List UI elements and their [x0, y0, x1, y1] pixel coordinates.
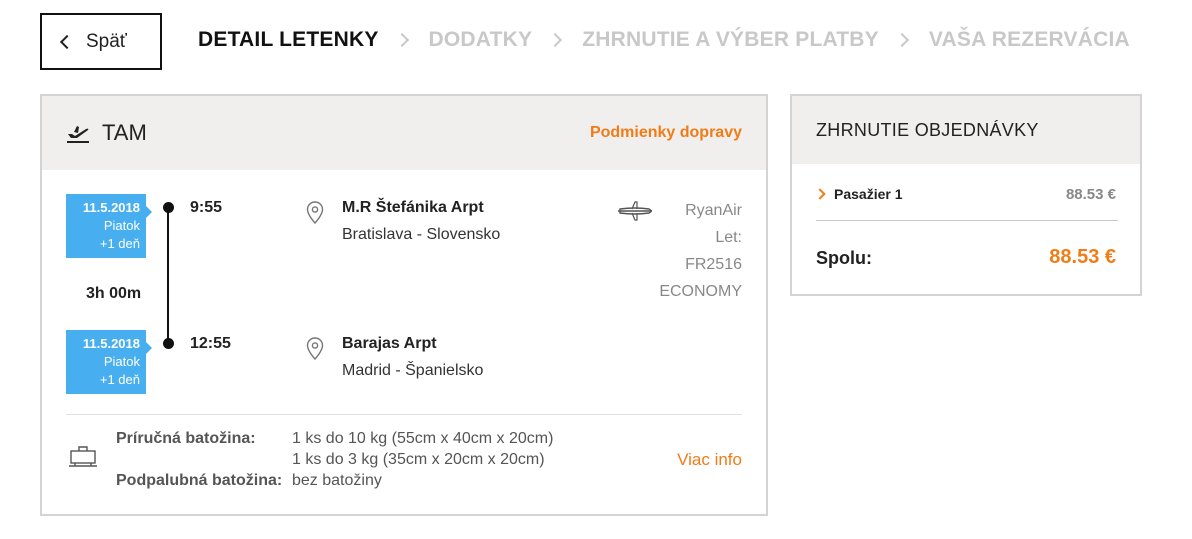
timeline-start-dot [163, 202, 174, 213]
flight-timeline [167, 209, 169, 344]
departure-city: Bratislava - Slovensko [342, 226, 501, 243]
hold-baggage-value: bez batožiny [292, 472, 382, 489]
back-button[interactable]: Späť [40, 13, 162, 70]
passenger-row[interactable]: Pasažier 1 88.53 € [814, 182, 1116, 206]
cabin-class: ECONOMY [659, 283, 742, 300]
total-price: 88.53 € [1049, 246, 1116, 268]
carrier-name: RyanAir [685, 202, 742, 219]
flight-duration: 3h 00m [86, 285, 142, 302]
baggage-divider [66, 414, 742, 415]
chevron-right-icon [394, 32, 409, 48]
hand-baggage-value-1: 1 ks do 10 kg (55cm x 40cm x 20cm) [292, 430, 554, 447]
chevron-right-icon [814, 188, 826, 200]
departure-airport: M.R Štefánika Arpt [342, 199, 484, 216]
summary-divider [816, 220, 1118, 221]
baggage-icon [68, 444, 98, 473]
hold-baggage-label: Podpalubná batožina: [116, 472, 283, 489]
hand-baggage-value-2: 1 ks do 3 kg (35cm x 20cm x 20cm) [292, 451, 545, 468]
departure-date: 11.5.2018 [82, 200, 140, 215]
chevron-right-icon [548, 32, 563, 48]
location-pin-icon [306, 337, 324, 366]
airplane-icon [616, 200, 654, 227]
flight-direction: TAM [102, 120, 147, 145]
location-pin-icon [306, 201, 324, 230]
departure-day-offset: +1 deň [99, 236, 140, 251]
order-summary-card: ZHRNUTIE OBJEDNÁVKY Pasažier 1 88.53 € S… [790, 94, 1142, 296]
arrival-airport: Barajas Arpt [342, 335, 437, 352]
order-summary-title: ZHRNUTIE OBJEDNÁVKY [792, 96, 1140, 164]
departure-time: 9:55 [190, 199, 223, 216]
flight-number: FR2516 [685, 256, 742, 273]
checkout-steps: DETAIL LETENKY DODATKY ZHRNUTIE A VÝBER … [198, 28, 1130, 52]
transport-conditions-link[interactable]: Podmienky dopravy [590, 124, 742, 142]
chevron-right-icon [894, 32, 909, 48]
arrival-date-badge: 11.5.2018 Piatok +1 deň [66, 330, 152, 394]
timeline-end-dot [163, 338, 174, 349]
arrival-day-offset: +1 deň [99, 372, 140, 387]
arrival-date: 11.5.2018 [82, 336, 140, 351]
back-button-label: Späť [86, 30, 127, 52]
flight-number-label: Let: [715, 229, 742, 246]
flight-card: TAM Podmienky dopravy 11.5.2018 Piatok +… [40, 94, 768, 516]
flight-card-header: TAM Podmienky dopravy [42, 96, 766, 170]
departure-weekday: Piatok [103, 218, 140, 233]
chevron-left-icon [59, 34, 75, 49]
step-summary-payment: ZHRNUTIE A VÝBER PLATBY [582, 28, 879, 51]
arrival-city: Madrid - Španielsko [342, 362, 484, 379]
baggage-more-info-link[interactable]: Viac info [677, 450, 742, 470]
total-label: Spolu: [816, 248, 872, 268]
departure-plane-icon [66, 123, 90, 143]
flight-info: RyanAir Let: FR2516 ECONOMY [659, 197, 742, 305]
hand-baggage-label: Príručná batožina: [116, 430, 256, 447]
step-extras: DODATKY [428, 28, 533, 51]
passenger-price: 88.53 € [1065, 185, 1116, 203]
arrival-weekday: Piatok [103, 354, 140, 369]
step-flight-detail: DETAIL LETENKY [198, 28, 379, 51]
step-reservation: VAŠA REZERVÁCIA [928, 28, 1130, 51]
departure-date-badge: 11.5.2018 Piatok +1 deň [66, 194, 152, 258]
arrival-time: 12:55 [190, 335, 231, 352]
passenger-label: Pasažier 1 [834, 186, 903, 202]
